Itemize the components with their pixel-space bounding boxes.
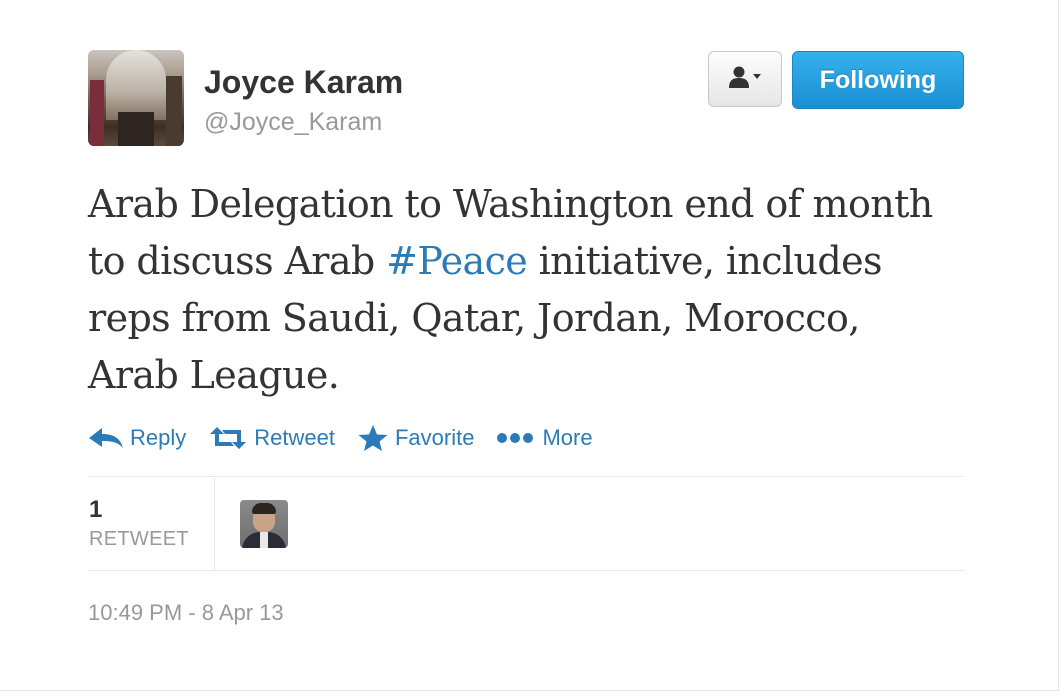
reply-icon [88,426,124,450]
retweet-count[interactable]: 1 [89,496,102,524]
favorite-label: Favorite [394,425,475,450]
retweet-icon [208,426,248,450]
stats-separator [214,478,215,570]
retweet-count-label: RETWEET [89,528,189,550]
more-dots-icon [496,430,536,446]
author-handle[interactable]: @Joyce_Karam [204,108,382,137]
reply-button[interactable]: Reply [88,425,186,451]
tweet-timestamp[interactable]: 10:49 PM - 8 Apr 13 [88,600,284,626]
person-dropdown-icon [728,65,762,94]
more-button[interactable]: More [496,425,593,451]
divider [88,476,964,477]
user-actions-button[interactable] [708,51,782,107]
tweet-actions: Reply Retweet Favorite More [88,420,615,456]
divider [88,570,964,571]
tweet-card: Joyce Karam @Joyce_Karam Following Arab … [0,0,1059,691]
more-label: More [542,425,593,450]
author-avatar[interactable] [88,50,184,146]
retweeter-avatar[interactable] [240,500,288,548]
reply-label: Reply [130,425,187,450]
retweet-button[interactable]: Retweet [208,425,335,451]
star-icon [357,424,389,452]
favorite-button[interactable]: Favorite [357,424,474,452]
following-button[interactable]: Following [792,51,964,109]
hashtag-link[interactable]: #Peace [386,239,528,283]
author-name[interactable]: Joyce Karam [204,64,403,101]
retweet-label: Retweet [254,425,335,450]
tweet-text: Arab Delegation to Washington end of mon… [88,176,948,404]
